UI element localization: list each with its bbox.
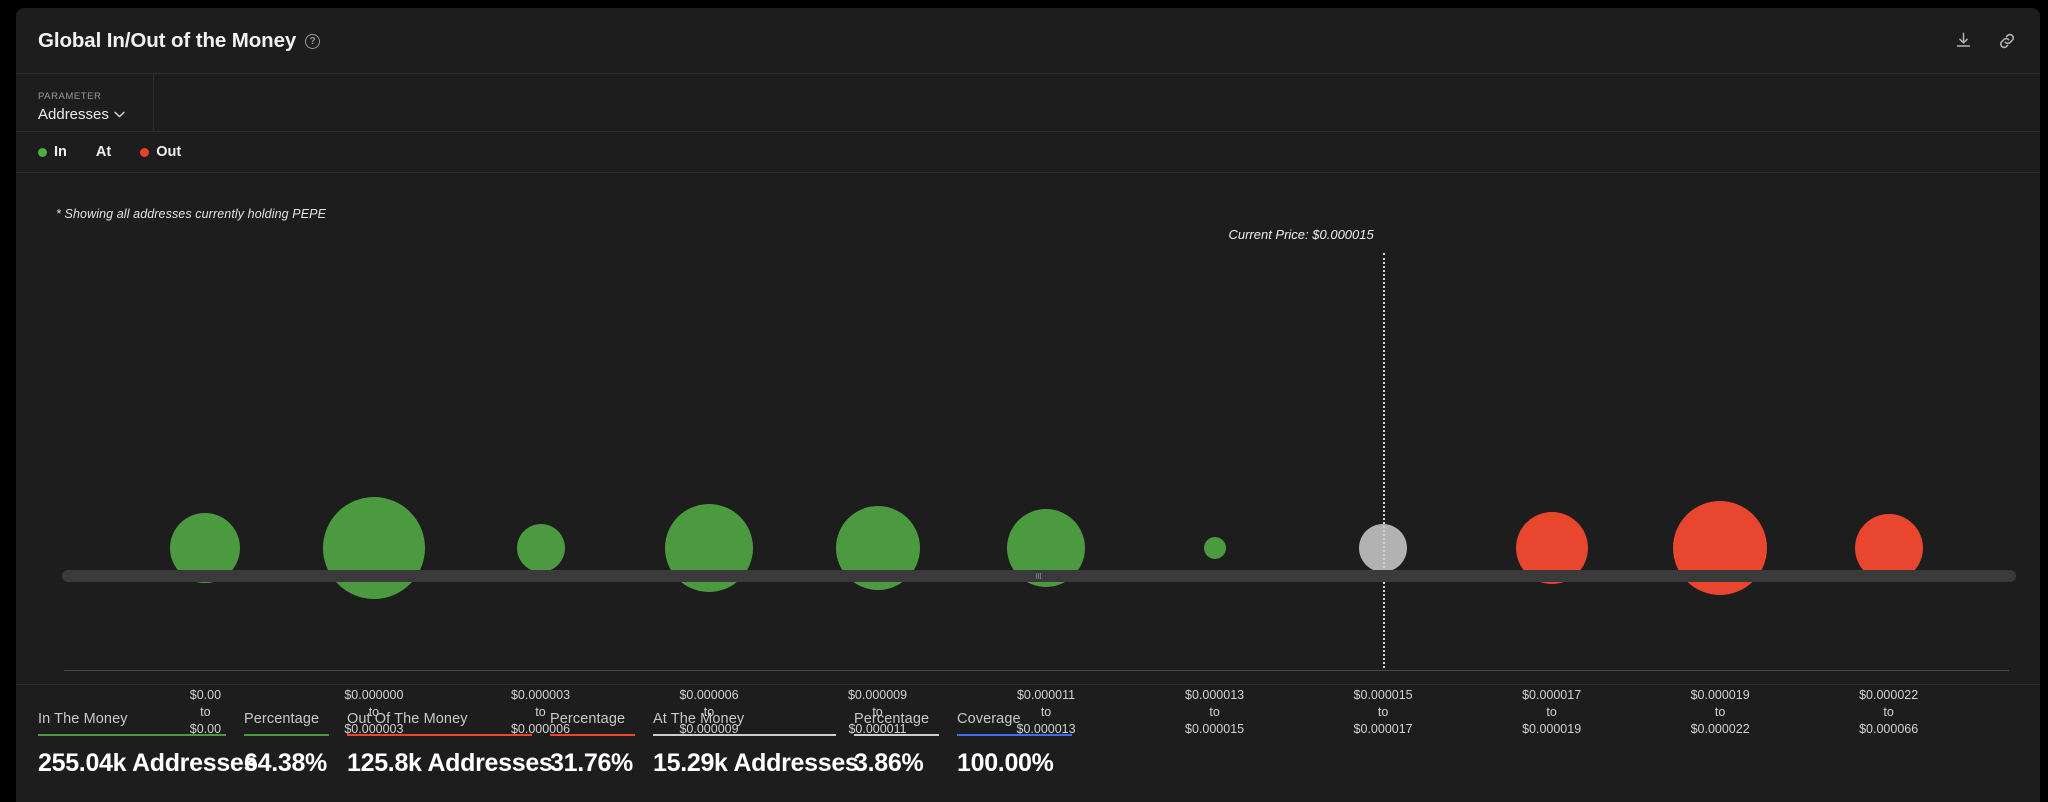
bubble-plot — [16, 173, 2040, 599]
stat-label: At The Money — [653, 711, 745, 727]
parameter-selector[interactable]: PARAMETER Addresses — [16, 74, 154, 131]
stat-value: 255.04k Addresses — [38, 749, 258, 777]
bubble-in-2[interactable] — [516, 524, 565, 572]
chevron-down-icon — [114, 110, 125, 121]
legend-dot-out-icon — [140, 147, 150, 157]
x-axis-line — [64, 670, 2009, 671]
stat-underline — [957, 734, 1072, 736]
question-circle-icon[interactable]: ? — [305, 34, 321, 49]
stat-percentage-3: Percentage 31.76% — [550, 711, 635, 778]
stat-label: Percentage — [854, 711, 930, 727]
stat-coverage-6: Coverage 100.00% — [957, 711, 1072, 778]
stat-value: 15.29k Addresses — [653, 749, 859, 777]
legend-label: Out — [156, 144, 182, 160]
stat-underline — [347, 734, 532, 736]
stat-percentage-1: Percentage 64.38% — [244, 711, 329, 778]
stat-at-the-money-4: At The Money 15.29k Addresses — [653, 711, 859, 778]
stat-underline — [550, 734, 635, 736]
stat-label: Coverage — [957, 711, 1021, 727]
parameter-value: Addresses — [38, 106, 109, 123]
card-header: Global In/Out of the Money ? — [16, 8, 2040, 74]
stat-percentage-5: Percentage 3.86% — [854, 711, 939, 778]
stat-underline — [653, 734, 836, 736]
stat-label: Percentage — [244, 711, 320, 727]
legend-label: At — [95, 144, 112, 160]
stat-out-of-the-money-2: Out Of The Money 125.8k Addresses — [347, 711, 553, 778]
stat-value: 31.76% — [550, 749, 633, 777]
legend-dot-in-icon — [38, 147, 47, 157]
stat-underline — [854, 734, 939, 736]
bubble-in-1[interactable] — [322, 497, 425, 599]
stat-value: 64.38% — [244, 749, 327, 777]
app-root: Global In/Out of the Money ? PARAMETER A… — [0, 0, 2048, 802]
download-icon[interactable] — [1952, 30, 1974, 52]
chart-area: * Showing all addresses currently holdin… — [16, 173, 2040, 736]
stat-value: 3.86% — [854, 749, 924, 777]
link-icon[interactable] — [1996, 30, 2018, 52]
stat-value: 100.00% — [957, 749, 1054, 777]
parameter-value-wrap: Addresses — [38, 106, 131, 123]
stat-label: In The Money — [38, 711, 128, 727]
scrollbar-track[interactable] — [62, 570, 2016, 582]
stat-value: 125.8k Addresses — [347, 749, 553, 777]
parameter-row: PARAMETER Addresses — [16, 74, 2040, 132]
bubble-at-7[interactable] — [1359, 524, 1408, 572]
in-out-of-money-card: Global In/Out of the Money ? PARAMETER A… — [16, 8, 2040, 802]
summary-stats: In The Money 255.04k Addresses Percentage 6… — [16, 684, 2040, 802]
stat-underline — [244, 734, 329, 736]
chart-horizontal-scrollbar[interactable] — [62, 570, 2016, 582]
header-actions — [1952, 30, 2018, 52]
stat-label: Out Of The Money — [347, 711, 468, 727]
parameter-label: PARAMETER — [38, 91, 102, 102]
scrollbar-grip[interactable] — [1036, 573, 1042, 579]
stat-label: Percentage — [550, 711, 626, 727]
legend-item-in[interactable]: In — [38, 144, 67, 160]
parameter-row-filler — [154, 74, 2040, 131]
stat-in-the-money-0: In The Money 255.04k Addresses — [38, 711, 258, 778]
legend-item-out[interactable]: Out — [140, 144, 181, 160]
legend-item-at[interactable]: At — [96, 144, 111, 160]
chart-legend: In At Out — [16, 132, 2040, 173]
bubble-in-6[interactable] — [1203, 537, 1226, 559]
page-title: Global In/Out of the Money — [38, 28, 297, 52]
legend-label: In — [54, 144, 67, 160]
stat-underline — [38, 734, 226, 736]
